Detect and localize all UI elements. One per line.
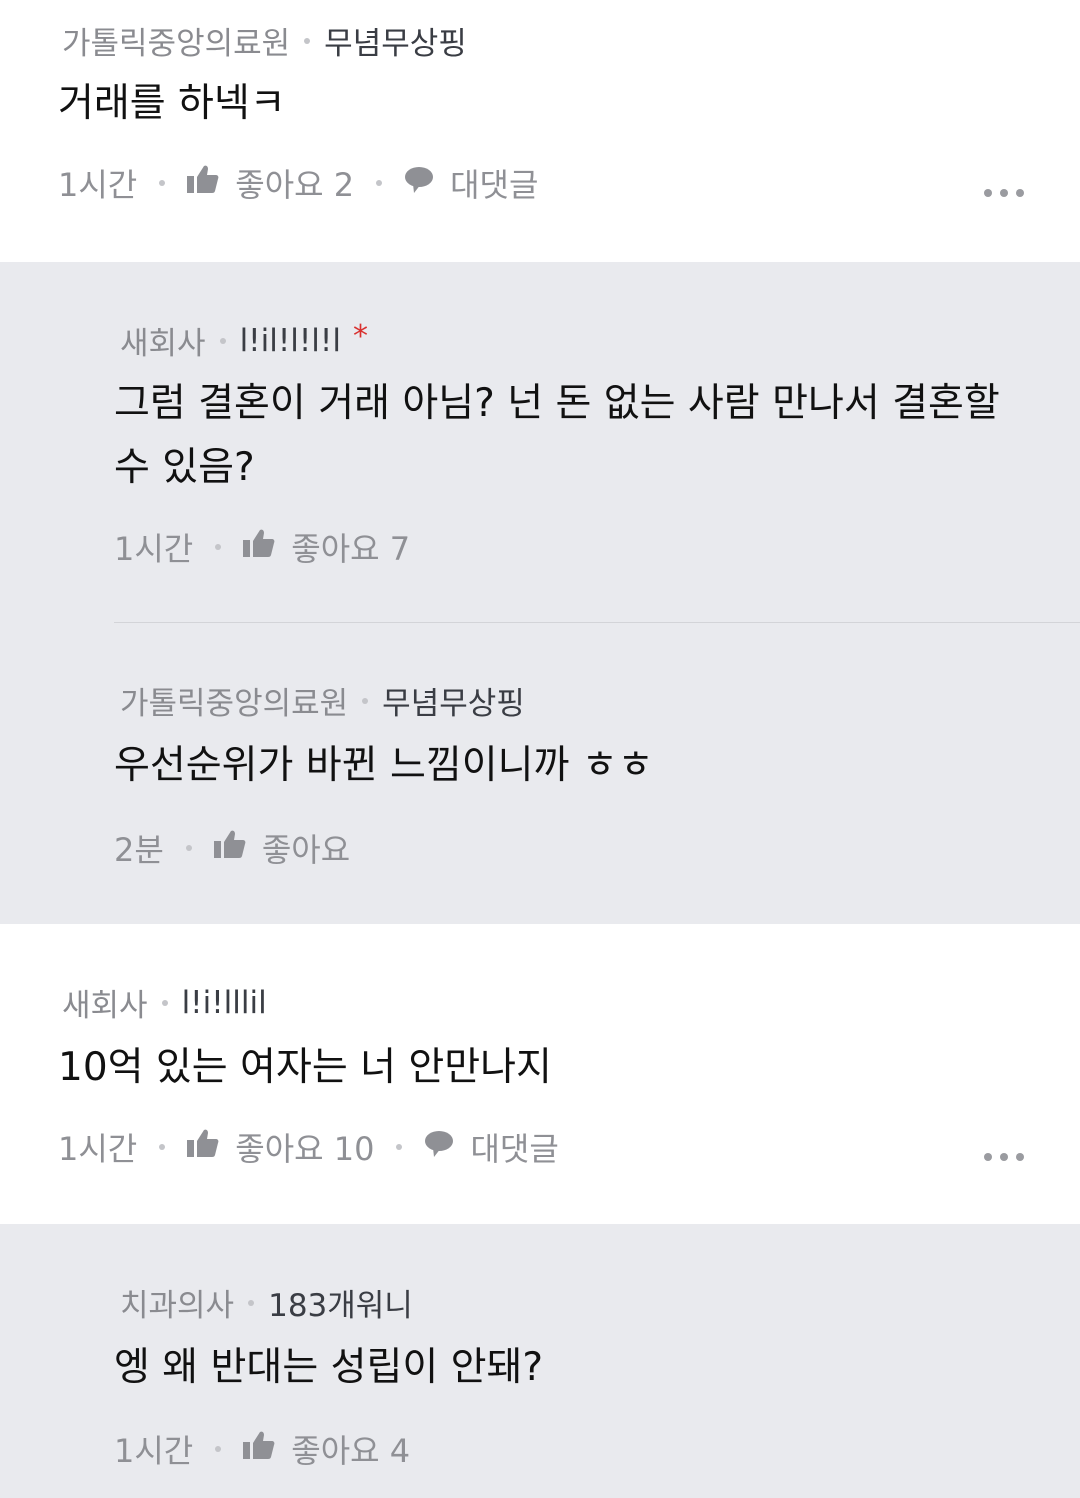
comment-author-line: 새회사 l!i!lllil	[62, 980, 267, 1025]
separator-dot	[219, 337, 226, 344]
like-button[interactable]: 좋아요 4	[243, 1426, 410, 1472]
comment-text: 거래를 하넥ㅋ	[58, 81, 286, 126]
comment-author-line: 치과의사 183개워니	[120, 1280, 413, 1325]
like-label: 좋아요 10	[235, 1130, 375, 1168]
separator-dot	[215, 544, 222, 550]
separator-dot	[159, 180, 166, 186]
author-company: 가톨릭중앙의료원	[120, 686, 349, 722]
author-company: 치과의사	[120, 1288, 235, 1324]
like-label: 좋아요	[261, 831, 351, 869]
comment-time: 1시간	[114, 1432, 194, 1470]
comment-time: 1시간	[58, 166, 138, 204]
reply-button[interactable]: 대댓글	[404, 160, 538, 206]
comment-time: 2분	[114, 831, 164, 869]
comment-text: 그럼 결혼이 거래 아님? 넌 돈 없는 사람 만나서 결혼할 수 있음?	[114, 381, 1000, 490]
separator-dot	[304, 37, 311, 44]
separator-dot	[248, 1299, 255, 1306]
comment-actions: 1시간 좋아요 7	[114, 524, 410, 570]
separator-dot	[161, 999, 168, 1006]
author-company: 가톨릭중앙의료원	[62, 26, 291, 62]
reply-comment: 새회사 l!il!l!l!l * 그럼 결혼이 거래 아님? 넌 돈 없는 사람…	[0, 262, 1080, 624]
like-button[interactable]: 좋아요 2	[187, 160, 354, 206]
author-company: 새회사	[62, 988, 148, 1024]
comment-time: 1시간	[114, 530, 194, 568]
like-label: 좋아요 2	[235, 166, 355, 204]
reply-label: 대댓글	[450, 166, 539, 204]
comment-author-line: 새회사 l!il!l!l!l *	[120, 318, 368, 363]
separator-dot	[185, 845, 192, 851]
more-options-button[interactable]	[984, 1153, 1024, 1161]
author-mark: *	[352, 319, 368, 354]
separator-dot	[376, 180, 383, 186]
comment-author-line: 가톨릭중앙의료원 무념무상핑	[120, 678, 525, 723]
thumbs-up-icon	[243, 1430, 275, 1468]
reply-label: 대댓글	[470, 1130, 559, 1168]
author-nickname[interactable]: l!il!l!l!l	[240, 323, 341, 359]
like-label: 좋아요 4	[291, 1432, 411, 1470]
speech-bubble-icon	[404, 164, 434, 202]
comment: 새회사 l!i!lllil 10억 있는 여자는 너 안만나지 1시간 좋아요 …	[0, 924, 1080, 1224]
like-button[interactable]: 좋아요 7	[243, 524, 410, 570]
separator-dot	[396, 1144, 403, 1150]
reply-comment: 치과의사 183개워니 엥 왜 반대는 성립이 안돼? 1시간 좋아요 4	[0, 1224, 1080, 1498]
comment-thread: 가톨릭중앙의료원 무념무상핑 거래를 하넥ㅋ 1시간 좋아요 2 대댓글 새회사…	[0, 0, 1080, 1498]
comment-time: 1시간	[58, 1130, 138, 1168]
thumbs-up-icon	[187, 164, 219, 202]
comment: 가톨릭중앙의료원 무념무상핑 거래를 하넥ㅋ 1시간 좋아요 2 대댓글	[0, 0, 1080, 262]
separator-dot	[362, 697, 369, 704]
thumbs-up-icon	[213, 829, 246, 867]
thumbs-up-icon	[187, 1128, 219, 1166]
like-button[interactable]: 좋아요 10	[187, 1124, 374, 1170]
more-dots-icon	[984, 1153, 992, 1161]
comment-actions: 1시간 좋아요 10 대댓글	[58, 1124, 559, 1170]
author-nickname[interactable]: 무념무상핑	[382, 678, 525, 723]
comment-text: 엥 왜 반대는 성립이 안돼?	[114, 1345, 544, 1390]
comment-actions: 1시간 좋아요 2 대댓글	[58, 160, 538, 206]
author-nickname[interactable]: l!i!lllil	[182, 985, 267, 1021]
thumbs-up-icon	[243, 528, 275, 566]
separator-dot	[159, 1144, 166, 1150]
separator-dot	[215, 1446, 222, 1452]
more-options-button[interactable]	[984, 189, 1024, 197]
comment-author-line: 가톨릭중앙의료원 무념무상핑	[62, 18, 467, 63]
comment-text: 10억 있는 여자는 너 안만나지	[58, 1045, 552, 1090]
author-nickname[interactable]: 무념무상핑	[324, 18, 467, 63]
author-nickname[interactable]: 183개워니	[268, 1280, 413, 1325]
comment-actions: 2분 좋아요	[114, 825, 350, 871]
comment-text: 우선순위가 바뀐 느낌이니까 ㅎㅎ	[114, 743, 654, 788]
like-button[interactable]: 좋아요	[213, 825, 351, 871]
speech-bubble-icon	[424, 1128, 454, 1166]
like-label: 좋아요 7	[291, 530, 411, 568]
reply-button[interactable]: 대댓글	[424, 1124, 559, 1170]
comment-actions: 1시간 좋아요 4	[114, 1426, 410, 1472]
more-dots-icon	[984, 189, 992, 197]
reply-comment: 가톨릭중앙의료원 무념무상핑 우선순위가 바뀐 느낌이니까 ㅎㅎ 2분 좋아요	[0, 624, 1080, 924]
divider	[114, 622, 1080, 623]
author-company: 새회사	[120, 326, 206, 362]
